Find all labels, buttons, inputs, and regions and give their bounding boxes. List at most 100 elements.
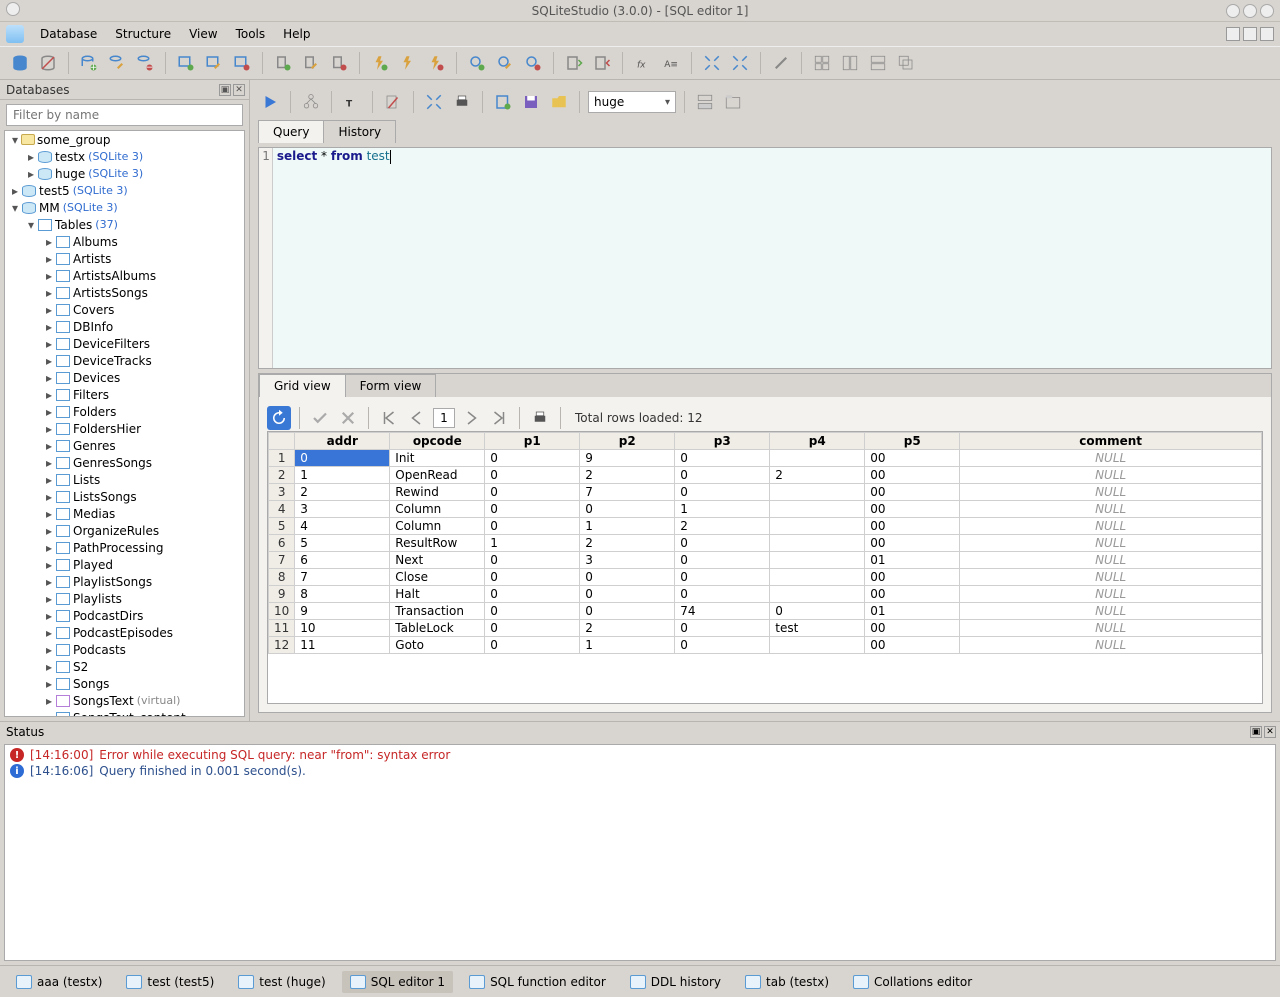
- tab-history[interactable]: History: [323, 120, 396, 143]
- mdi-restore-icon[interactable]: [1243, 27, 1257, 41]
- tree-table-item[interactable]: ▸PodcastEpisodes: [5, 624, 244, 641]
- tree-table-item[interactable]: ▸PodcastDirs: [5, 607, 244, 624]
- table-row[interactable]: 43Column00100NULL: [269, 501, 1262, 518]
- menu-structure[interactable]: Structure: [107, 24, 179, 44]
- window-tab[interactable]: tab (testx): [737, 971, 837, 993]
- tree-table-item[interactable]: ▸Played: [5, 556, 244, 573]
- commit-button[interactable]: [308, 406, 332, 430]
- db-combo[interactable]: huge: [588, 91, 676, 113]
- trigger-delete-button[interactable]: [424, 51, 448, 75]
- column-header[interactable]: p4: [770, 433, 865, 450]
- tree-table-item[interactable]: ▸S2: [5, 658, 244, 675]
- status-body[interactable]: ![14:16:00]Error while executing SQL que…: [4, 744, 1276, 961]
- layout-horiz-button[interactable]: [838, 51, 862, 75]
- panel-close-icon[interactable]: ✕: [233, 84, 245, 96]
- trigger-edit-button[interactable]: [396, 51, 420, 75]
- tree-table-item[interactable]: ▸ArtistsAlbums: [5, 267, 244, 284]
- print-button[interactable]: [450, 90, 474, 114]
- table-row[interactable]: 21OpenRead020200NULL: [269, 467, 1262, 484]
- results-below-button[interactable]: [693, 90, 717, 114]
- table-row[interactable]: 76Next03001NULL: [269, 552, 1262, 569]
- expand-button[interactable]: [728, 51, 752, 75]
- contract-button[interactable]: [700, 51, 724, 75]
- window-tab[interactable]: aaa (testx): [8, 971, 110, 993]
- table-delete-button[interactable]: [230, 51, 254, 75]
- clear-history-button[interactable]: [381, 90, 405, 114]
- tree-table-item[interactable]: ▸ArtistsSongs: [5, 284, 244, 301]
- disconnect-db-button[interactable]: [36, 51, 60, 75]
- tree-table-item[interactable]: ▸DeviceFilters: [5, 335, 244, 352]
- minimize-icon[interactable]: [1226, 4, 1240, 18]
- function-editor-button[interactable]: fx: [631, 51, 655, 75]
- window-tab[interactable]: SQL function editor: [461, 971, 614, 993]
- index-edit-button[interactable]: [299, 51, 323, 75]
- format-button[interactable]: T: [340, 90, 364, 114]
- explain-button[interactable]: [299, 90, 323, 114]
- maximize-icon[interactable]: [1243, 4, 1257, 18]
- window-tab[interactable]: test (huge): [230, 971, 333, 993]
- open-sql-button[interactable]: [547, 90, 571, 114]
- index-new-button[interactable]: [271, 51, 295, 75]
- table-row[interactable]: 1211Goto01000NULL: [269, 637, 1262, 654]
- layout-tile-button[interactable]: [810, 51, 834, 75]
- db-tree[interactable]: ▾some_group ▸testx(SQLite 3) ▸huge(SQLit…: [4, 130, 245, 717]
- remove-db-button[interactable]: −: [133, 51, 157, 75]
- sql-editor[interactable]: 1 select * from test: [258, 147, 1272, 369]
- import-button[interactable]: [562, 51, 586, 75]
- tree-table-item[interactable]: ▸Filters: [5, 386, 244, 403]
- column-header[interactable]: addr: [295, 433, 390, 450]
- table-row[interactable]: 109Transaction0074001NULL: [269, 603, 1262, 620]
- prev-page-button[interactable]: [405, 406, 429, 430]
- view-new-button[interactable]: [465, 51, 489, 75]
- tab-query[interactable]: Query: [258, 120, 324, 143]
- column-header[interactable]: comment: [960, 433, 1262, 450]
- view-delete-button[interactable]: [521, 51, 545, 75]
- load-sql-button[interactable]: [491, 90, 515, 114]
- table-row[interactable]: 1110TableLock020test00NULL: [269, 620, 1262, 637]
- tree-table-item[interactable]: ▸PlaylistSongs: [5, 573, 244, 590]
- rollback-button[interactable]: [336, 406, 360, 430]
- table-row[interactable]: 98Halt00000NULL: [269, 586, 1262, 603]
- filter-input[interactable]: [6, 104, 243, 126]
- view-edit-button[interactable]: [493, 51, 517, 75]
- edit-db-button[interactable]: [105, 51, 129, 75]
- execute-button[interactable]: [258, 90, 282, 114]
- next-page-button[interactable]: [459, 406, 483, 430]
- menu-view[interactable]: View: [181, 24, 225, 44]
- settings-button[interactable]: [769, 51, 793, 75]
- index-delete-button[interactable]: [327, 51, 351, 75]
- tree-table-item[interactable]: ▸PathProcessing: [5, 539, 244, 556]
- close-icon[interactable]: [1260, 4, 1274, 18]
- table-row[interactable]: 10Init09000NULL: [269, 450, 1262, 467]
- tree-table-item[interactable]: ▸Songs: [5, 675, 244, 692]
- export-button[interactable]: [590, 51, 614, 75]
- tree-table-item[interactable]: ▸ListsSongs: [5, 488, 244, 505]
- print-results-button[interactable]: [528, 406, 552, 430]
- table-row[interactable]: 65ResultRow12000NULL: [269, 535, 1262, 552]
- tree-table-item[interactable]: ▸DBInfo: [5, 318, 244, 335]
- trigger-new-button[interactable]: [368, 51, 392, 75]
- tree-table-item[interactable]: ▸OrganizeRules: [5, 522, 244, 539]
- menu-tools[interactable]: Tools: [228, 24, 274, 44]
- tree-table-item[interactable]: ▸FoldersHier: [5, 420, 244, 437]
- tree-table-item[interactable]: ▸Devices: [5, 369, 244, 386]
- tree-table-item[interactable]: ▸Genres: [5, 437, 244, 454]
- tree-table-item[interactable]: ▸Covers: [5, 301, 244, 318]
- tree-table-item[interactable]: ▸Folders: [5, 403, 244, 420]
- page-input[interactable]: [433, 408, 455, 428]
- export-results-button[interactable]: [422, 90, 446, 114]
- refresh-button[interactable]: [267, 406, 291, 430]
- save-sql-button[interactable]: [519, 90, 543, 114]
- table-row[interactable]: 87Close00000NULL: [269, 569, 1262, 586]
- table-new-button[interactable]: [174, 51, 198, 75]
- window-tab[interactable]: test (test5): [118, 971, 222, 993]
- layout-vert-button[interactable]: [866, 51, 890, 75]
- table-edit-button[interactable]: [202, 51, 226, 75]
- column-header[interactable]: opcode: [390, 433, 485, 450]
- tab-form-view[interactable]: Form view: [345, 374, 437, 397]
- menu-help[interactable]: Help: [275, 24, 318, 44]
- window-tab[interactable]: Collations editor: [845, 971, 980, 993]
- status-float-icon[interactable]: ▣: [1250, 726, 1262, 738]
- last-page-button[interactable]: [487, 406, 511, 430]
- column-header[interactable]: p3: [675, 433, 770, 450]
